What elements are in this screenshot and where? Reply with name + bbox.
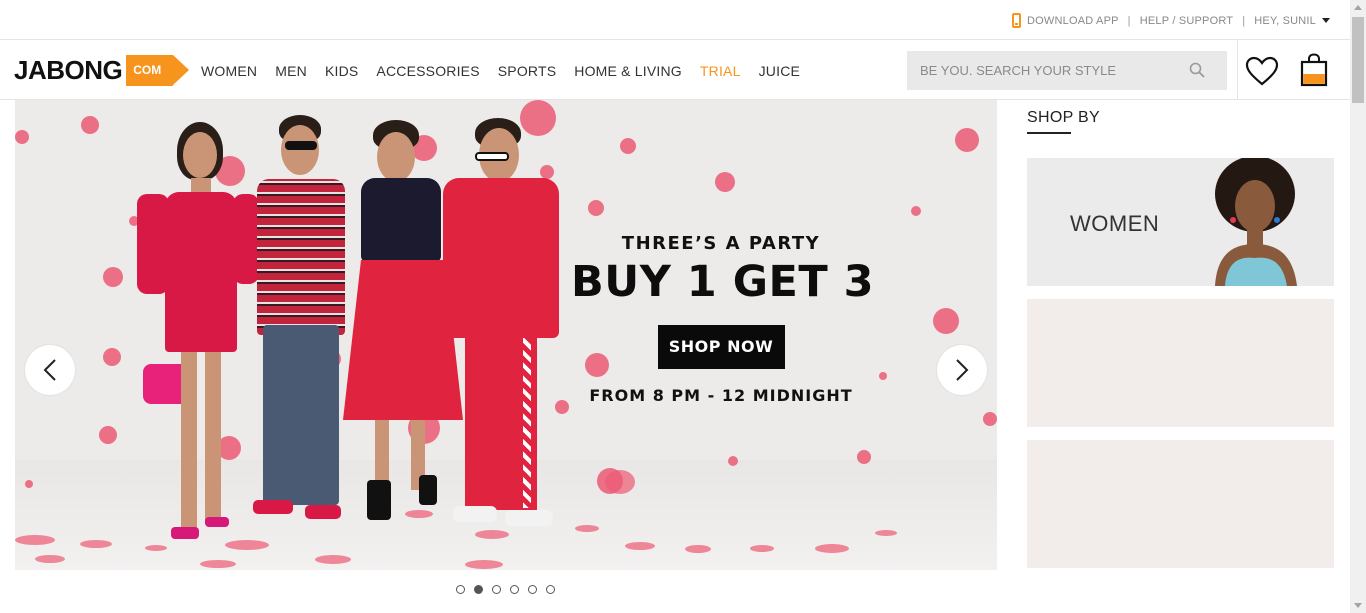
shop-by-card[interactable] bbox=[1027, 299, 1334, 427]
main-navigation: JABONG COM WOMEN MEN KIDS ACCESSORIES SP… bbox=[0, 40, 1350, 100]
separator: | bbox=[1242, 14, 1246, 27]
heart-icon[interactable] bbox=[1245, 56, 1279, 86]
shop-by-card[interactable] bbox=[1027, 440, 1334, 568]
search-input[interactable] bbox=[907, 51, 1187, 90]
promo-headline: BUY 1 GET 3 bbox=[571, 257, 875, 307]
scroll-up-arrow-icon[interactable] bbox=[1354, 5, 1362, 10]
chevron-down-icon[interactable] bbox=[1322, 18, 1330, 23]
help-support-link[interactable]: HELP / SUPPORT bbox=[1140, 15, 1233, 27]
top-links: DOWNLOAD APP | HELP / SUPPORT | HEY, SUN… bbox=[1012, 13, 1330, 28]
logo-suffix: COM bbox=[126, 55, 190, 86]
nav-item-accessories[interactable]: ACCESSORIES bbox=[376, 63, 479, 79]
carousel-dot[interactable] bbox=[492, 585, 501, 594]
account-greeting[interactable]: HEY, SUNIL bbox=[1254, 15, 1316, 27]
nav-item-juice[interactable]: JUICE bbox=[759, 63, 800, 79]
shopping-bag-icon[interactable] bbox=[1300, 53, 1328, 87]
download-app-link[interactable]: DOWNLOAD APP bbox=[1027, 15, 1119, 27]
nav-item-kids[interactable]: KIDS bbox=[325, 63, 358, 79]
nav-item-men[interactable]: MEN bbox=[275, 63, 307, 79]
carousel-dot[interactable] bbox=[546, 585, 555, 594]
promo-subtitle: THREE’S A PARTY bbox=[621, 233, 821, 254]
hero-banner[interactable]: THREE’S A PARTY BUY 1 GET 3 SHOP NOW FRO… bbox=[15, 100, 997, 570]
carousel-dot-active[interactable] bbox=[474, 585, 483, 594]
carousel-pagination bbox=[456, 585, 564, 594]
shop-by-underline bbox=[1027, 132, 1071, 134]
page-scrollbar[interactable] bbox=[1350, 0, 1366, 613]
carousel-dot[interactable] bbox=[510, 585, 519, 594]
carousel-dot[interactable] bbox=[456, 585, 465, 594]
scrollbar-thumb[interactable] bbox=[1352, 17, 1364, 103]
shop-by-title: SHOP BY bbox=[1027, 109, 1100, 126]
scroll-down-arrow-icon[interactable] bbox=[1354, 603, 1362, 608]
search-box bbox=[907, 51, 1227, 90]
women-model-image bbox=[1215, 158, 1297, 286]
top-utility-bar: DOWNLOAD APP | HELP / SUPPORT | HEY, SUN… bbox=[0, 0, 1350, 40]
chevron-left-icon bbox=[43, 359, 56, 381]
separator: | bbox=[1127, 14, 1131, 27]
carousel-prev-button[interactable] bbox=[25, 345, 75, 395]
promo-content: THREE’S A PARTY BUY 1 GET 3 SHOP NOW FRO… bbox=[571, 233, 875, 405]
shop-by-card-women[interactable]: WOMEN bbox=[1027, 158, 1334, 286]
nav-item-women[interactable]: WOMEN bbox=[201, 63, 257, 79]
nav-item-sports[interactable]: SPORTS bbox=[498, 63, 557, 79]
divider bbox=[1237, 40, 1238, 100]
logo-text: JABONG bbox=[14, 55, 123, 85]
brand-logo[interactable]: JABONG COM bbox=[14, 55, 190, 86]
category-menu: WOMEN MEN KIDS ACCESSORIES SPORTS HOME &… bbox=[201, 63, 818, 79]
nav-item-home-living[interactable]: HOME & LIVING bbox=[574, 63, 682, 79]
nav-item-trial[interactable]: TRIAL bbox=[700, 63, 741, 79]
promo-timing: FROM 8 PM - 12 MIDNIGHT bbox=[589, 386, 853, 405]
shop-now-button[interactable]: SHOP NOW bbox=[657, 325, 785, 369]
carousel-dot[interactable] bbox=[528, 585, 537, 594]
chevron-right-icon bbox=[956, 359, 969, 381]
shop-by-card-label: WOMEN bbox=[1070, 211, 1160, 236]
search-icon[interactable] bbox=[1189, 62, 1205, 78]
phone-icon bbox=[1012, 13, 1022, 28]
carousel-next-button[interactable] bbox=[937, 345, 987, 395]
